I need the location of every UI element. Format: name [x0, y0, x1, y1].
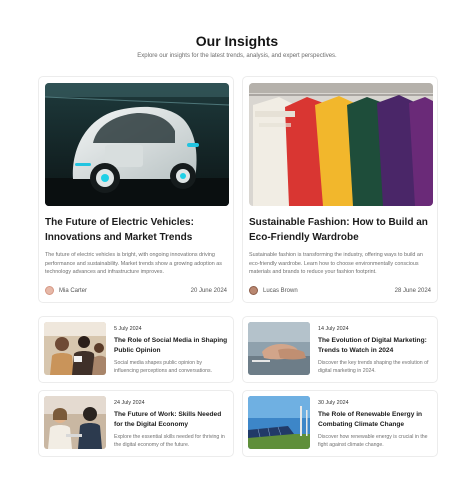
- post-title[interactable]: The Evolution of Digital Marketing: Tren…: [318, 336, 432, 356]
- article-date: 20 June 2024: [190, 287, 227, 294]
- author-avatar: [45, 286, 54, 295]
- author-name: Lucas Brown: [263, 287, 298, 294]
- insights-page: Our Insights Explore our insights for th…: [0, 0, 474, 488]
- section-title: Our Insights: [195, 33, 279, 49]
- post-date: 24 July 2024: [114, 400, 145, 406]
- featured-article-card[interactable]: The Future of Electric Vehicles: Innovat…: [38, 76, 234, 303]
- author-name: Mia Carter: [59, 287, 88, 294]
- article-description: Sustainable fashion is transforming the …: [249, 252, 423, 276]
- article-meta: Mia Carter 20 June 2024: [45, 286, 227, 295]
- featured-article-card[interactable]: Sustainable Fashion: How to Build an Eco…: [242, 76, 438, 303]
- article-date: 28 June 2024: [394, 287, 431, 294]
- article-description: The future of electric vehicles is brigh…: [45, 252, 222, 276]
- post-card[interactable]: 30 July 2024 The Role of Renewable Energ…: [242, 390, 438, 457]
- post-title[interactable]: The Role of Social Media in Shaping Publ…: [114, 336, 228, 356]
- post-title[interactable]: The Future of Work: Skills Needed for th…: [114, 410, 228, 430]
- post-description: Discover the key trends shaping the evol…: [318, 360, 429, 374]
- article-title[interactable]: The Future of Electric Vehicles: Innovat…: [45, 215, 227, 245]
- post-description: Social media shapes public opinion by in…: [114, 360, 213, 374]
- post-content: 5 July 2024 The Role of Social Media in …: [114, 322, 228, 377]
- post-date: 14 July 2024: [318, 326, 349, 332]
- post-description: Explore the essential skills needed for …: [114, 434, 225, 448]
- post-card[interactable]: 5 July 2024 The Role of Social Media in …: [38, 316, 234, 383]
- sweaters-on-rack-image[interactable]: [249, 83, 433, 206]
- post-description: Discover how renewable energy is crucial…: [318, 434, 428, 448]
- post-card[interactable]: 14 July 2024 The Evolution of Digital Ma…: [242, 316, 438, 383]
- office-meeting-image[interactable]: [44, 396, 106, 449]
- post-date: 5 July 2024: [114, 326, 142, 332]
- post-content: 24 July 2024 The Future of Work: Skills …: [114, 396, 228, 451]
- post-date: 30 July 2024: [318, 400, 349, 406]
- solar-panels-image[interactable]: [248, 396, 310, 449]
- electric-vehicle-image[interactable]: [45, 83, 229, 206]
- section-subtitle: Explore our insights for the latest tren…: [137, 53, 337, 59]
- post-content: 14 July 2024 The Evolution of Digital Ma…: [318, 322, 432, 377]
- hands-on-table-image[interactable]: [248, 322, 310, 375]
- post-title[interactable]: The Role of Renewable Energy in Combatin…: [318, 410, 432, 430]
- people-with-phones-image[interactable]: [44, 322, 106, 375]
- article-title[interactable]: Sustainable Fashion: How to Build an Eco…: [249, 215, 431, 245]
- author-avatar: [249, 286, 258, 295]
- article-meta: Lucas Brown 28 June 2024: [249, 286, 431, 295]
- post-card[interactable]: 24 July 2024 The Future of Work: Skills …: [38, 390, 234, 457]
- post-content: 30 July 2024 The Role of Renewable Energ…: [318, 396, 432, 451]
